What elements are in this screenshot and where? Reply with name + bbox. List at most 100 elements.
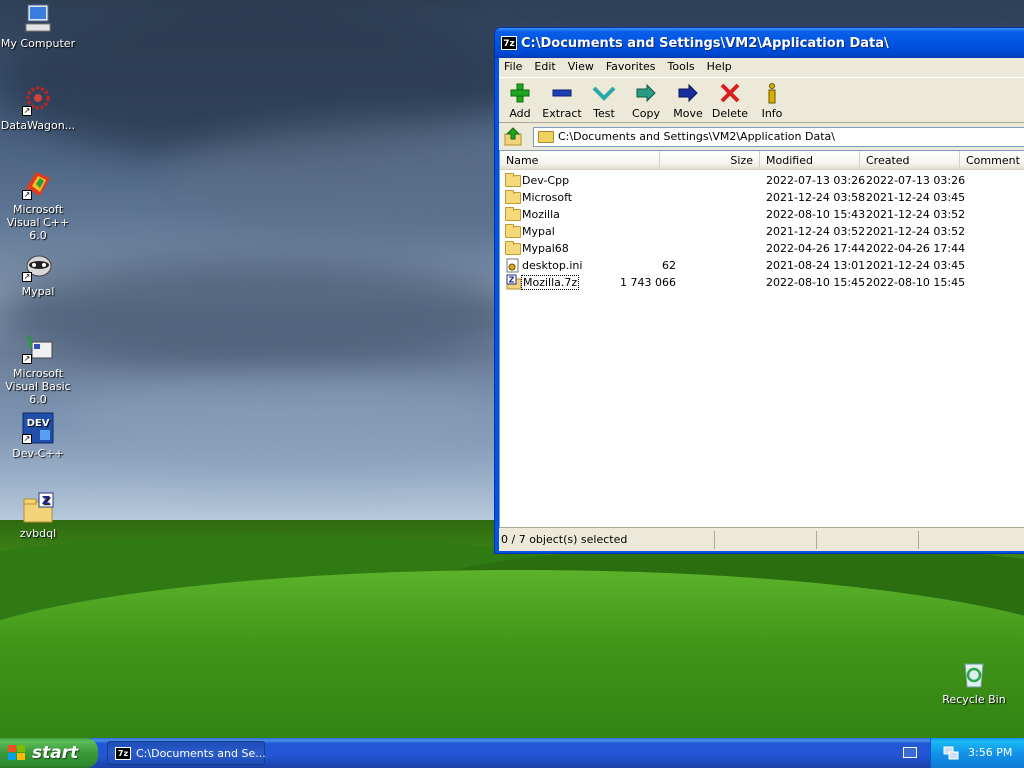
info-button[interactable]: Info — [751, 80, 793, 122]
status-bar: 0 / 7 object(s) selected — [499, 527, 1024, 551]
svg-text:Z: Z — [509, 276, 515, 285]
desktop-icon-recycle-bin[interactable]: Recycle Bin — [934, 658, 1014, 706]
desktop-icon-visual-cpp[interactable]: ↗ Microsoft Visual C++ 6.0 — [0, 168, 78, 242]
move-button[interactable]: Move — [667, 80, 709, 122]
minus-icon — [550, 82, 574, 104]
list-item[interactable]: Mozilla 2022-08-10 15:43 2021-12-24 03:5… — [500, 206, 1024, 223]
taskbar-button-label: C:\Documents and Se... — [136, 747, 266, 760]
menu-view[interactable]: View — [562, 58, 600, 73]
desktop-icon-label: Microsoft Visual Basic 6.0 — [5, 367, 71, 406]
computer-icon — [22, 2, 54, 34]
copy-arrow-icon — [634, 82, 658, 104]
window-titlebar[interactable]: 7z C:\Documents and Settings\VM2\Applica… — [495, 28, 1024, 58]
desktop-icon-my-computer[interactable]: My Computer — [0, 2, 78, 50]
folder-icon — [505, 190, 521, 204]
column-comment[interactable]: Comment — [960, 151, 1024, 170]
menu-file[interactable]: File — [499, 58, 528, 73]
clock[interactable]: 3:56 PM — [968, 746, 1012, 759]
menu-edit[interactable]: Edit — [528, 58, 561, 73]
address-bar: C:\Documents and Settings\VM2\Applicatio… — [499, 124, 1024, 150]
start-label: start — [32, 743, 79, 763]
column-size[interactable]: Size — [660, 151, 760, 170]
focused-item-name: Mozilla.7z — [520, 275, 580, 290]
info-label: Info — [761, 107, 783, 120]
visual-cpp-icon: ↗ — [22, 168, 54, 200]
window-client: File Edit View Favorites Tools Help Add Extra… — [499, 58, 1024, 551]
desktop-icon-label: zvbdql — [19, 527, 57, 540]
list-item[interactable]: Microsoft 2021-12-24 03:58 2021-12-24 03… — [500, 189, 1024, 206]
mypal-raccoon-icon: ↗ — [22, 250, 54, 282]
svg-text:DEV: DEV — [27, 418, 50, 429]
address-text: C:\Documents and Settings\VM2\Applicatio… — [558, 130, 835, 143]
status-panel — [717, 531, 817, 549]
network-icon[interactable] — [943, 745, 959, 761]
keyboard-icon[interactable] — [903, 747, 917, 758]
column-created[interactable]: Created — [860, 151, 960, 170]
up-folder-icon — [504, 127, 522, 146]
list-item[interactable]: Mypal 2021-12-24 03:52 2021-12-24 03:52 — [500, 223, 1024, 240]
info-icon — [760, 82, 784, 104]
check-icon — [592, 82, 616, 104]
desktop-icon-visual-basic[interactable]: ↗ Microsoft Visual Basic 6.0 — [0, 332, 78, 406]
add-button[interactable]: Add — [499, 80, 541, 122]
window-title: C:\Documents and Settings\VM2\Applicatio… — [521, 36, 889, 51]
cloud — [0, 260, 520, 370]
desktop-icon-label: Microsoft Visual C++ 6.0 — [6, 203, 70, 242]
desktop-icon-dev-cpp[interactable]: DEV ↗ Dev-C++ — [0, 412, 78, 460]
extract-label: Extract — [542, 107, 582, 120]
system-tray: 3:56 PM — [930, 738, 1024, 768]
visual-basic-icon: ↗ — [22, 332, 54, 364]
desktop-icon-label: Recycle Bin — [942, 693, 1006, 706]
folder-icon — [505, 224, 521, 238]
dev-cpp-icon: DEV ↗ — [22, 412, 54, 444]
move-label: Move — [673, 107, 703, 120]
seven-zip-icon: 7z — [115, 747, 131, 760]
menu-help[interactable]: Help — [701, 58, 738, 73]
hill — [0, 570, 1024, 738]
test-label: Test — [593, 107, 615, 120]
shortcut-arrow-icon: ↗ — [22, 106, 32, 116]
list-item[interactable]: Mypal68 2022-04-26 17:44 2022-04-26 17:4… — [500, 240, 1024, 257]
up-folder-button[interactable] — [503, 127, 525, 147]
desktop-icon-label: Mypal — [21, 285, 55, 298]
desktop-icon-label: My Computer — [0, 37, 76, 50]
shortcut-arrow-icon: ↗ — [22, 434, 32, 444]
menu-tools[interactable]: Tools — [662, 58, 701, 73]
list-item[interactable]: Dev-Cpp 2022-07-13 03:26 2022-07-13 03:2… — [500, 172, 1024, 189]
datawagon-icon: ↗ — [22, 84, 54, 116]
desktop-icon-datawagon[interactable]: ↗ DataWagon... — [0, 84, 78, 132]
shortcut-arrow-icon: ↗ — [22, 272, 32, 282]
list-item[interactable]: desktop.ini 62 2021-08-24 13:01 2021-12-… — [500, 257, 1024, 274]
desktop-icon-label: DataWagon... — [0, 119, 76, 132]
list-header: Name Size Modified Created Comment — [500, 151, 1024, 170]
shortcut-arrow-icon: ↗ — [22, 190, 32, 200]
address-field[interactable]: C:\Documents and Settings\VM2\Applicatio… — [533, 127, 1024, 147]
svg-text:Z: Z — [42, 494, 50, 507]
move-arrow-icon — [676, 82, 700, 104]
delete-button[interactable]: Delete — [709, 80, 751, 122]
menu-bar: File Edit View Favorites Tools Help — [499, 58, 1024, 76]
test-button[interactable]: Test — [583, 80, 625, 122]
copy-button[interactable]: Copy — [625, 80, 667, 122]
folder-icon — [505, 207, 521, 221]
status-panel — [819, 531, 919, 549]
start-button[interactable]: start — [0, 738, 98, 768]
menu-favorites[interactable]: Favorites — [600, 58, 662, 73]
shortcut-arrow-icon: ↗ — [22, 354, 32, 364]
seven-zip-icon: 7z — [501, 36, 517, 50]
desktop-icon-zvbdql[interactable]: Z zvbdql — [0, 492, 78, 540]
column-modified[interactable]: Modified — [760, 151, 860, 170]
file-list[interactable]: Name Size Modified Created Comment Dev-C… — [499, 150, 1024, 550]
list-item[interactable]: Z Mozilla.7z 1 743 066 2022-08-10 15:45 … — [500, 274, 1024, 291]
column-name[interactable]: Name — [500, 151, 660, 170]
cloud — [60, 380, 520, 470]
windows-flag-icon — [8, 745, 26, 761]
extract-button[interactable]: Extract — [541, 80, 583, 122]
taskbar-button-file-manager[interactable]: 7z C:\Documents and Se... — [107, 741, 266, 765]
archive-file-icon: Z — [506, 274, 522, 290]
folder-icon — [505, 173, 521, 187]
folder-icon — [505, 241, 521, 255]
delete-x-icon — [718, 82, 742, 104]
desktop-icon-mypal[interactable]: ↗ Mypal — [0, 250, 78, 298]
delete-label: Delete — [711, 107, 749, 120]
